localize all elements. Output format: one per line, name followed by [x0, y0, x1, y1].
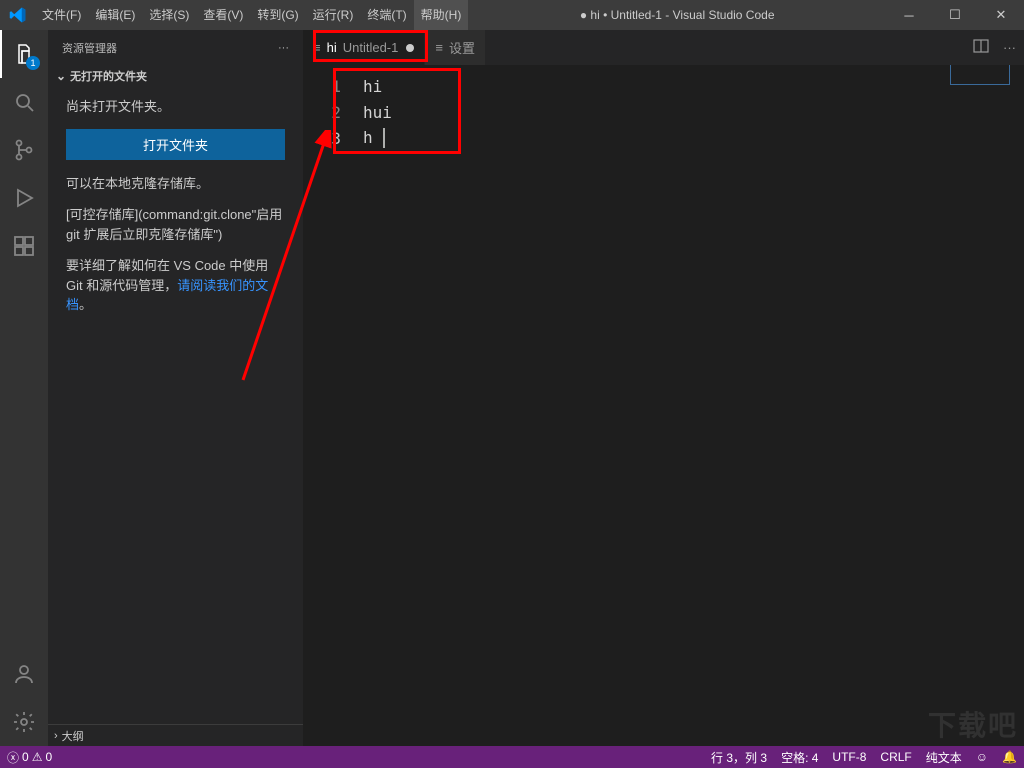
menu-go[interactable]: 转到(G) — [250, 0, 305, 30]
editor-line: 2 hui — [303, 99, 1024, 125]
menu-run[interactable]: 运行(R) — [306, 0, 361, 30]
warning-icon: ⚠ — [32, 750, 43, 764]
status-feedback[interactable]: ☺ — [969, 746, 995, 768]
title-bar: 文件(F) 编辑(E) 选择(S) 查看(V) 转到(G) 运行(R) 终端(T… — [0, 0, 1024, 30]
tab-settings[interactable]: ≡ 设置 — [425, 30, 486, 65]
menu-help[interactable]: 帮助(H) — [414, 0, 469, 30]
msg-no-folder: 尚未打开文件夹。 — [66, 97, 285, 117]
open-folder-button[interactable]: 打开文件夹 — [66, 129, 285, 160]
vscode-logo — [0, 6, 35, 24]
msg-clone: 可以在本地克隆存储库。 — [66, 174, 285, 194]
tab-label-a: 设置 — [449, 38, 475, 57]
editor-line: 1 hi — [303, 73, 1024, 99]
menu-selection[interactable]: 选择(S) — [142, 0, 196, 30]
line-number: 1 — [303, 77, 363, 96]
chevron-right-icon: › — [54, 730, 58, 742]
menu-view[interactable]: 查看(V) — [196, 0, 250, 30]
activity-search[interactable] — [0, 78, 48, 126]
sidebar-title: 资源管理器 — [62, 40, 117, 56]
status-indent[interactable]: 空格: 4 — [774, 746, 825, 768]
status-eol[interactable]: CRLF — [873, 746, 918, 768]
status-line-col[interactable]: 行 3，列 3 — [704, 746, 774, 768]
status-bar: ⓧ0 ⚠0 行 3，列 3 空格: 4 UTF-8 CRLF 纯文本 ☺ 🔔 — [0, 746, 1024, 768]
msg-repo: [可控存储库](command:git.clone"启用 git 扩展后立即克隆… — [66, 205, 285, 244]
line-code: h — [363, 128, 385, 149]
activity-explorer[interactable]: 1 — [0, 30, 48, 78]
main-area: 1 资源管理器 ··· — [0, 30, 1024, 746]
more-actions-icon[interactable]: ··· — [1003, 40, 1016, 55]
tabs: ≡ hi Untitled-1 ≡ 设置 — [303, 30, 965, 65]
window-title: ● hi • Untitled-1 - Visual Studio Code — [468, 8, 886, 22]
section-no-folder[interactable]: ⌄ 无打开的文件夹 — [52, 65, 303, 87]
editor-line: 3 h — [303, 125, 1024, 151]
maximize-button[interactable]: ☐ — [932, 0, 978, 30]
activity-bar: 1 — [0, 30, 48, 746]
menu-edit[interactable]: 编辑(E) — [88, 0, 142, 30]
code-editor[interactable]: 1 hi 2 hui 3 h — [303, 65, 1024, 746]
menu-terminal[interactable]: 终端(T) — [360, 0, 413, 30]
sidebar-body: 尚未打开文件夹。 打开文件夹 可以在本地克隆存储库。 [可控存储库](comma… — [48, 87, 303, 337]
file-icon: ≡ — [435, 40, 443, 55]
text-cursor — [383, 128, 385, 148]
status-encoding[interactable]: UTF-8 — [825, 746, 873, 768]
line-number: 2 — [303, 103, 363, 122]
warning-count: 0 — [45, 750, 52, 764]
split-editor-icon[interactable] — [973, 38, 989, 57]
status-notifications[interactable]: 🔔 — [995, 746, 1024, 768]
activity-extensions[interactable] — [0, 222, 48, 270]
minimap[interactable] — [950, 65, 1010, 85]
sidebar: 资源管理器 ··· ⌄ 无打开的文件夹 尚未打开文件夹。 打开文件夹 可以在本地… — [48, 30, 303, 746]
line-number: 3 — [303, 129, 363, 148]
editor-area: ≡ hi Untitled-1 ≡ 设置 ··· 1 — [303, 30, 1024, 746]
tab-untitled-1[interactable]: ≡ hi Untitled-1 — [303, 30, 425, 65]
line-code: hui — [363, 103, 392, 122]
dirty-indicator-icon — [406, 44, 414, 52]
menu-file[interactable]: 文件(F) — [35, 0, 88, 30]
section-title: 无打开的文件夹 — [70, 68, 147, 84]
msg-learn-suffix: 。 — [79, 297, 92, 312]
activity-settings[interactable] — [0, 698, 48, 746]
close-button[interactable]: ✕ — [978, 0, 1024, 30]
sidebar-header: 资源管理器 ··· — [48, 30, 303, 65]
file-icon: ≡ — [313, 40, 321, 55]
window-controls: ─ ☐ ✕ — [886, 0, 1024, 30]
tab-label-a: hi — [327, 40, 337, 55]
minimize-button[interactable]: ─ — [886, 0, 932, 30]
menu-bar: 文件(F) 编辑(E) 选择(S) 查看(V) 转到(G) 运行(R) 终端(T… — [35, 0, 468, 30]
line-code: hi — [363, 77, 382, 96]
activity-accounts[interactable] — [0, 650, 48, 698]
status-language[interactable]: 纯文本 — [919, 746, 969, 768]
explorer-badge: 1 — [26, 56, 40, 70]
tab-actions: ··· — [965, 30, 1024, 65]
tabs-row: ≡ hi Untitled-1 ≡ 设置 ··· — [303, 30, 1024, 65]
outline-section[interactable]: › 大纲 — [48, 724, 303, 746]
status-problems[interactable]: ⓧ0 ⚠0 — [0, 746, 59, 768]
activity-run-debug[interactable] — [0, 174, 48, 222]
tab-label-b: Untitled-1 — [343, 40, 399, 55]
sidebar-more-icon[interactable]: ··· — [278, 42, 289, 54]
activity-source-control[interactable] — [0, 126, 48, 174]
error-icon: ⓧ — [7, 749, 19, 766]
error-count: 0 — [22, 750, 29, 764]
outline-label: 大纲 — [62, 728, 84, 744]
chevron-down-icon: ⌄ — [56, 69, 66, 83]
msg-learn: 要详细了解如何在 VS Code 中使用 Git 和源代码管理，请阅读我们的文档… — [66, 256, 285, 315]
